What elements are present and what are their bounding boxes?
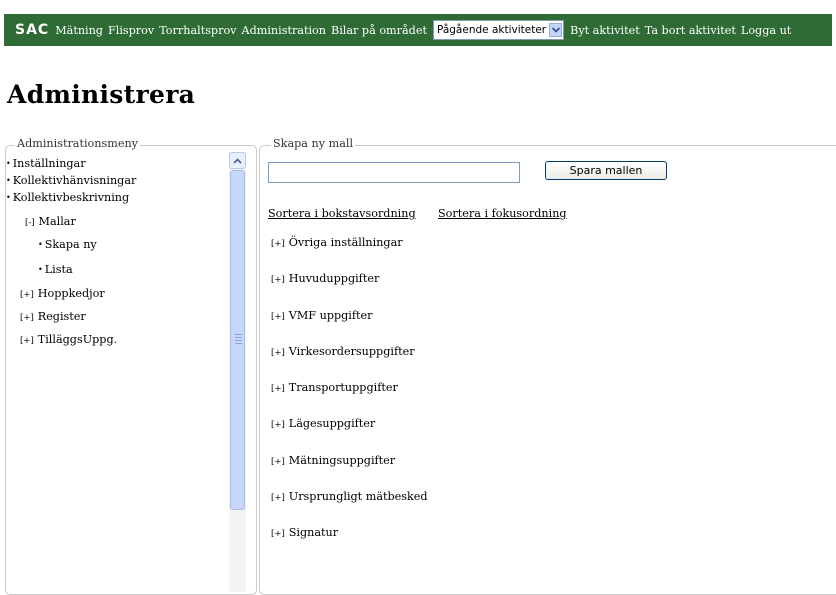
create-template-legend: Skapa ny mall	[271, 137, 356, 150]
chevron-down-icon[interactable]	[549, 23, 563, 37]
template-name-input[interactable]	[268, 162, 520, 183]
expand-icon[interactable]: [+]	[271, 420, 285, 430]
bullet-icon: •	[6, 192, 11, 202]
expand-icon[interactable]: [+]	[271, 348, 285, 358]
menu-item-installningar[interactable]: • Inställningar	[6, 157, 86, 170]
menu-item-mallar[interactable]: [-] Mallar	[25, 215, 76, 228]
expand-icon[interactable]: [+]	[271, 529, 285, 539]
top-navigation-bar: SAC Mätning Flisprov Torrhaltsprov Admin…	[4, 14, 832, 46]
save-template-button[interactable]: Spara mallen	[545, 161, 667, 180]
expand-icon[interactable]: [+]	[271, 275, 285, 285]
section-label: Övriga inställningar	[288, 236, 403, 249]
section-lagesuppgifter[interactable]: [+] Lägesuppgifter	[271, 417, 375, 430]
expand-icon[interactable]: [+]	[20, 336, 34, 346]
section-virkesordersuppgifter[interactable]: [+] Virkesordersuppgifter	[271, 345, 415, 358]
section-vmf-uppgifter[interactable]: [+] VMF uppgifter	[271, 309, 373, 322]
menu-item-kollektivhanvisningar[interactable]: • Kollektivhänvisningar	[6, 174, 136, 187]
nav-flisprov[interactable]: Flisprov	[108, 24, 154, 37]
sort-focus-link[interactable]: Sortera i fokusordning	[438, 207, 567, 220]
menu-item-lista[interactable]: • Lista	[38, 263, 73, 276]
section-label: Mätningsuppgifter	[288, 454, 396, 467]
activity-select[interactable]: Pågående aktiviteter	[432, 20, 565, 40]
menu-item-register[interactable]: [+] Register	[20, 310, 86, 323]
sort-alphabetical-link[interactable]: Sortera i bokstavsordning	[268, 207, 416, 220]
menu-item-kollektivbeskrivning[interactable]: • Kollektivbeskrivning	[6, 191, 129, 204]
section-huvuduppgifter[interactable]: [+] Huvuduppgifter	[271, 272, 379, 285]
nav-bilar-pa-omradet[interactable]: Bilar på området	[331, 24, 427, 37]
menu-item-label: Skapa ny	[44, 238, 97, 251]
page-title: Administrera	[7, 80, 196, 109]
section-matningsuppgifter[interactable]: [+] Mätningsuppgifter	[271, 454, 395, 467]
scroll-up-icon[interactable]	[229, 152, 246, 169]
section-transportuppgifter[interactable]: [+] Transportuppgifter	[271, 381, 398, 394]
menu-item-label: TilläggsUppg.	[37, 333, 118, 346]
expand-icon[interactable]: [+]	[20, 290, 34, 300]
nav-administration[interactable]: Administration	[242, 24, 326, 37]
activity-select-value: Pågående aktiviteter	[436, 24, 547, 36]
menu-item-label: Register	[37, 310, 86, 323]
menu-item-skapa-ny[interactable]: • Skapa ny	[38, 238, 97, 251]
collapse-icon[interactable]: [-]	[25, 218, 35, 228]
expand-icon[interactable]: [+]	[271, 493, 285, 503]
section-label: Ursprungligt mätbesked	[288, 490, 428, 503]
section-label: Signatur	[288, 526, 339, 539]
section-ovriga-installningar[interactable]: [+] Övriga inställningar	[271, 236, 403, 249]
expand-icon[interactable]: [+]	[271, 457, 285, 467]
menu-item-label: Lista	[44, 263, 73, 276]
expand-icon[interactable]: [+]	[20, 313, 34, 323]
nav-torrhaltsprov[interactable]: Torrhaltsprov	[159, 24, 236, 37]
admin-menu-legend: Administrationsmeny	[15, 137, 140, 150]
section-label: Huvuduppgifter	[288, 272, 380, 285]
bullet-icon: •	[6, 175, 11, 185]
menu-item-hoppkedjor[interactable]: [+] Hoppkedjor	[20, 287, 105, 300]
expand-icon[interactable]: [+]	[271, 239, 285, 249]
section-signatur[interactable]: [+] Signatur	[271, 526, 338, 539]
menu-item-tillaggsuppg[interactable]: [+] TilläggsUppg.	[20, 333, 117, 346]
scrollbar-thumb[interactable]	[230, 170, 245, 510]
section-label: Virkesordersuppgifter	[288, 345, 415, 358]
byt-aktivitet-link[interactable]: Byt aktivitet	[570, 24, 640, 37]
section-label: Lägesuppgifter	[288, 417, 376, 430]
top-header: SAC Mätning Flisprov Torrhaltsprov Admin…	[0, 0, 836, 62]
logga-ut-link[interactable]: Logga ut	[741, 24, 791, 37]
bullet-icon: •	[38, 264, 43, 274]
expand-icon[interactable]: [+]	[271, 384, 285, 394]
expand-icon[interactable]: [+]	[271, 312, 285, 322]
menu-item-label: Mallar	[38, 215, 76, 228]
menu-item-label: Hoppkedjor	[37, 287, 105, 300]
menu-item-label: Kollektivbeskrivning	[12, 191, 130, 204]
section-label: Transportuppgifter	[288, 381, 398, 394]
bullet-icon: •	[38, 239, 43, 249]
bullet-icon: •	[6, 158, 11, 168]
admin-menu-panel	[5, 145, 257, 595]
nav-matning[interactable]: Mätning	[55, 24, 103, 37]
grip-icon	[235, 334, 242, 344]
menu-item-label: Kollektivhänvisningar	[12, 174, 137, 187]
sac-logo[interactable]: SAC	[15, 22, 49, 38]
menu-item-label: Inställningar	[12, 157, 86, 170]
menu-scrollbar[interactable]	[229, 152, 246, 592]
section-ursprungligt-matbesked[interactable]: [+] Ursprungligt mätbesked	[271, 490, 428, 503]
ta-bort-aktivitet-link[interactable]: Ta bort aktivitet	[645, 24, 736, 37]
section-label: VMF uppgifter	[288, 309, 373, 322]
